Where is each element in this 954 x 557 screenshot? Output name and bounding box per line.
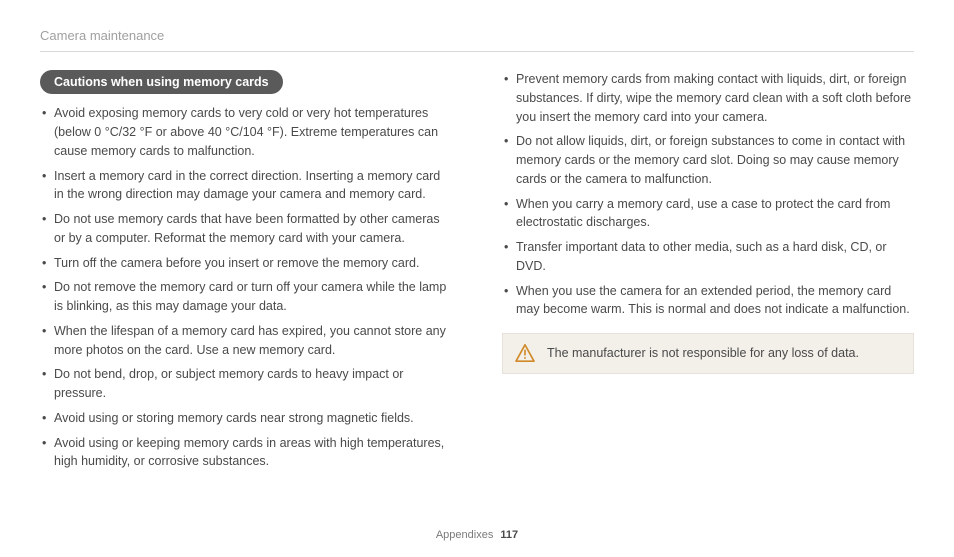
content-columns: Cautions when using memory cards Avoid e… (40, 70, 914, 477)
caution-text: The manufacturer is not responsible for … (547, 346, 859, 360)
list-item: Avoid exposing memory cards to very cold… (40, 104, 452, 160)
list-item: Do not use memory cards that have been f… (40, 210, 452, 248)
list-item: When you use the camera for an extended … (502, 282, 914, 320)
list-item: When you carry a memory card, use a case… (502, 195, 914, 233)
section-heading-pill: Cautions when using memory cards (40, 70, 283, 94)
list-item: Prevent memory cards from making contact… (502, 70, 914, 126)
left-bullet-list: Avoid exposing memory cards to very cold… (40, 104, 452, 471)
list-item: Do not bend, drop, or subject memory car… (40, 365, 452, 403)
page-title: Camera maintenance (40, 28, 914, 43)
list-item: Transfer important data to other media, … (502, 238, 914, 276)
page-footer: Appendixes 117 (0, 529, 954, 541)
list-item: Insert a memory card in the correct dire… (40, 167, 452, 205)
footer-page-number: 117 (500, 529, 518, 541)
list-item: Do not allow liquids, dirt, or foreign s… (502, 132, 914, 188)
caution-note: The manufacturer is not responsible for … (502, 333, 914, 374)
right-column: Prevent memory cards from making contact… (502, 70, 914, 477)
list-item: Avoid using or keeping memory cards in a… (40, 434, 452, 472)
list-item: Avoid using or storing memory cards near… (40, 409, 452, 428)
list-item: Turn off the camera before you insert or… (40, 254, 452, 273)
list-item: Do not remove the memory card or turn of… (40, 278, 452, 316)
left-column: Cautions when using memory cards Avoid e… (40, 70, 452, 477)
right-bullet-list: Prevent memory cards from making contact… (502, 70, 914, 319)
caution-icon (515, 344, 535, 362)
list-item: When the lifespan of a memory card has e… (40, 322, 452, 360)
header-rule (40, 51, 914, 52)
page: Camera maintenance Cautions when using m… (0, 0, 954, 517)
footer-section: Appendixes (436, 529, 494, 541)
